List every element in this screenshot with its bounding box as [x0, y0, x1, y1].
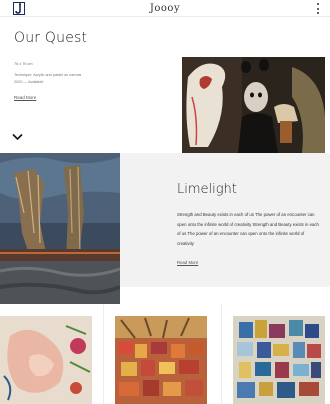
- gallery-divider: [103, 304, 104, 404]
- kebab-menu-icon[interactable]: [316, 3, 320, 14]
- limelight-read-more-link[interactable]: Read More: [177, 260, 198, 265]
- quest-read-more-link[interactable]: Read More: [14, 95, 36, 100]
- chevron-down-icon[interactable]: [12, 133, 23, 141]
- top-header: Joooy: [0, 0, 330, 17]
- gallery-artwork-3[interactable]: [233, 316, 325, 404]
- gallery-divider: [221, 304, 222, 404]
- limelight-description: Strength and Beauty exists in each of us…: [177, 212, 319, 246]
- brand-name[interactable]: Joooy: [0, 3, 330, 14]
- gallery-artwork-1[interactable]: [0, 316, 92, 404]
- limelight-title: Limelight: [177, 182, 237, 197]
- gallery-artwork-2[interactable]: [115, 316, 207, 404]
- artwork-image-limelight[interactable]: [0, 153, 120, 304]
- artwork-year: 2020 — Available: [14, 80, 44, 84]
- artwork-dimensions: 76 x 76 cm: [14, 62, 33, 66]
- quest-title: Our Quest: [14, 30, 88, 46]
- artwork-technique: Technique: Acrylic and pastel on canvas: [14, 73, 82, 77]
- artwork-image-quest[interactable]: [182, 57, 325, 153]
